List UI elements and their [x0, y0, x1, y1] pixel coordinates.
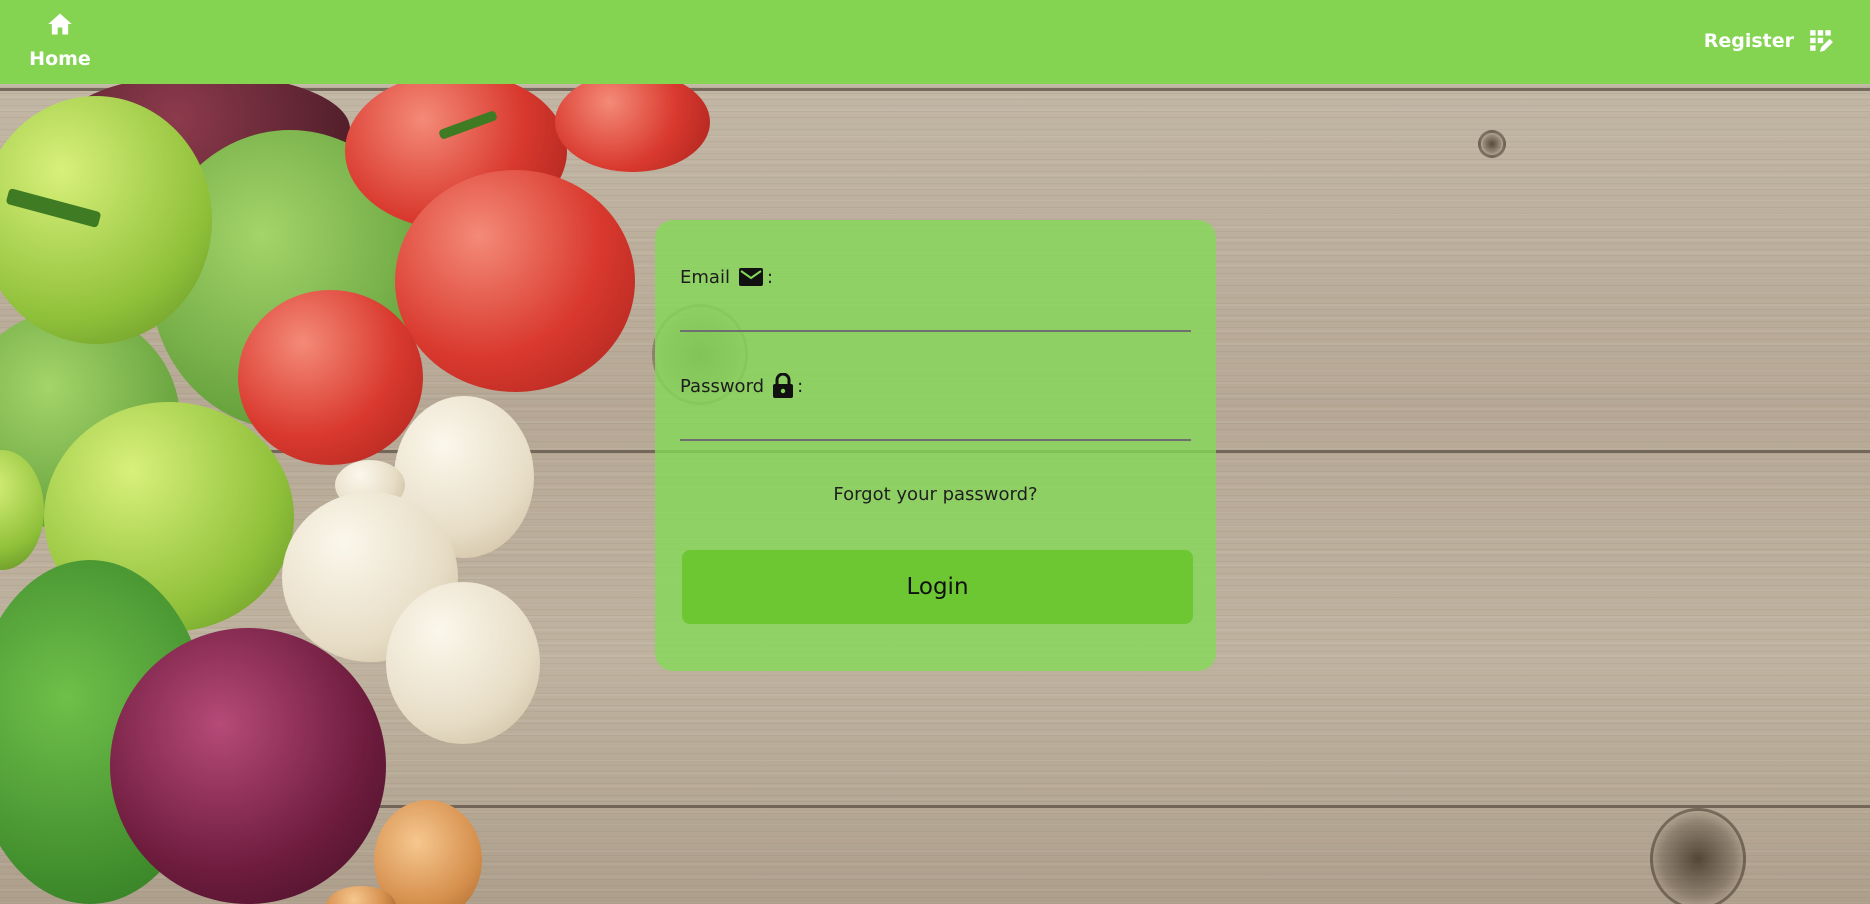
email-label: Email — [680, 266, 730, 288]
home-nav-link[interactable]: Home — [24, 8, 96, 76]
forgot-password-link[interactable]: Forgot your password? — [655, 484, 1216, 505]
top-navbar: Home Register — [0, 0, 1870, 84]
lock-icon — [773, 373, 794, 398]
password-colon: : — [797, 375, 804, 397]
email-input[interactable] — [680, 298, 1191, 332]
email-field-group: Email : — [680, 262, 1191, 332]
email-label-row: Email : — [680, 262, 1191, 292]
register-label: Register — [1703, 30, 1794, 52]
password-label-row: Password : — [680, 371, 1191, 401]
email-colon: : — [766, 266, 774, 288]
password-field-group: Password : — [680, 371, 1191, 441]
home-icon — [48, 13, 72, 35]
page: Home Register Email : Password: Forgot … — [0, 0, 1870, 904]
register-nav-link[interactable]: Register — [1704, 26, 1834, 56]
envelope-icon — [738, 268, 763, 286]
home-label: Home — [29, 48, 91, 70]
login-button[interactable]: Login — [682, 550, 1193, 624]
register-icon — [1810, 30, 1833, 52]
password-input[interactable] — [680, 407, 1191, 441]
password-label: Password — [680, 375, 765, 397]
login-card: Email : Password : Forgot your password?… — [655, 220, 1216, 671]
